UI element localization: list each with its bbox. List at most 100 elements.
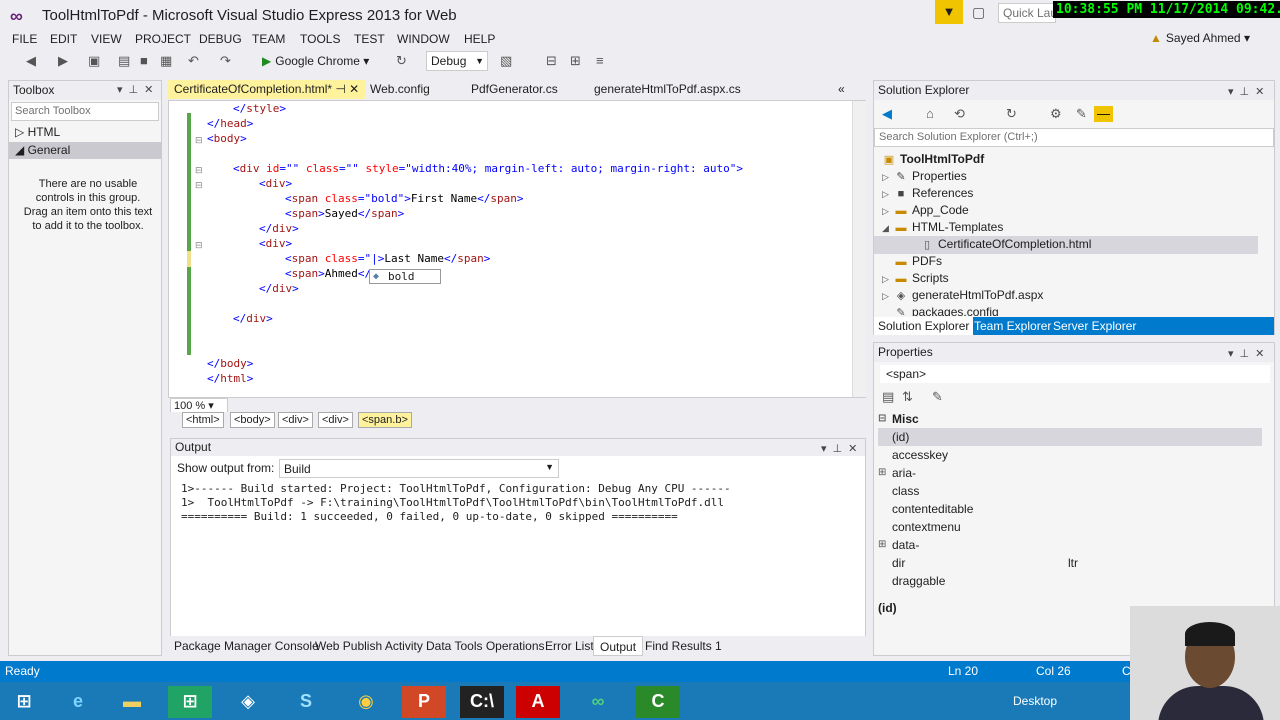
internet-explorer-icon[interactable]: e [56,686,100,718]
categorized-icon[interactable]: ▤ [882,389,894,405]
skype-icon[interactable]: S [284,686,328,718]
events-icon[interactable]: ✎ [932,389,943,405]
se-references[interactable]: ▷ ■ References [882,185,973,203]
home-icon[interactable]: ⌂ [926,106,934,122]
prop-category[interactable]: ⊟ Misc [878,410,1262,428]
prop-row[interactable]: contenteditable [878,500,1262,518]
toolbar-icon-a[interactable]: ▧ [500,53,512,69]
menu-test[interactable]: TEST [354,30,385,48]
start-icon[interactable]: ⊞ [2,686,46,718]
se-pdfs[interactable]: ▬ PDFs [894,253,943,271]
quick-launch-input[interactable]: Quick Laun [998,3,1056,23]
save-icon[interactable]: ■ [140,53,148,69]
feedback-icon[interactable]: ▢ [972,4,985,21]
menu-tools[interactable]: TOOLS [300,30,340,48]
prop-row[interactable]: contextmenu [878,518,1262,536]
fold-icon[interactable]: ⊟ [195,135,203,146]
prop-row[interactable]: (id) [878,428,1262,446]
visual-studio-icon[interactable]: ∞ [576,686,620,718]
menu-project[interactable]: PROJECT [135,30,191,48]
se-properties[interactable]: ▷ ✎ Properties [882,168,967,186]
notification-flag-icon[interactable]: ▼ [935,0,963,24]
file-explorer-icon[interactable]: ▬ [110,686,154,718]
tab-web-config[interactable]: Web.config [364,80,436,99]
menu-debug[interactable]: DEBUG [199,30,242,48]
tab-pdf-generator[interactable]: PdfGenerator.cs [465,80,564,99]
chrome-icon[interactable]: ◉ [344,686,388,718]
desktop-toolbar-label[interactable]: Desktop [1013,694,1057,708]
properties-icon[interactable]: ⚙ [1050,106,1062,122]
preview-icon[interactable]: — [1094,106,1113,122]
sync-icon[interactable]: ⟲ [954,106,965,122]
tab-web-publish[interactable]: Web Publish Activity [309,636,429,656]
crumb-body[interactable]: <body> [230,412,275,428]
prop-row[interactable]: draggable [878,572,1262,590]
fold-icon[interactable]: ⊟ [195,180,203,191]
solution-explorer-search-input[interactable]: Search Solution Explorer (Ctrl+;) [874,128,1274,147]
crumb-div[interactable]: <div> [278,412,313,428]
tab-find-results[interactable]: Find Results 1 [639,636,728,656]
refresh-icon[interactable]: ↻ [396,53,407,69]
panel-pin-close-icons[interactable]: ▾⊥✕ [1228,83,1270,102]
refresh-icon[interactable]: ↻ [1006,106,1017,122]
excel-icon[interactable]: ⊞ [168,686,212,718]
solution-configuration-select[interactable]: Debug ▼ [426,51,488,71]
tab-solution-explorer[interactable]: Solution Explorer [874,317,974,335]
prop-row[interactable]: dir ltr [878,554,1262,572]
user-account[interactable]: ▲ Sayed Ahmed ▾ [1150,31,1250,45]
properties-object-select[interactable]: <span> [880,365,1270,383]
comment-icon[interactable]: ≡ [596,53,604,69]
back-icon[interactable]: ◀ [882,106,892,122]
camtasia-icon[interactable]: C [636,686,680,718]
acrobat-icon[interactable]: A [516,686,560,718]
menu-window[interactable]: WINDOW [397,30,450,48]
forward-icon[interactable]: ▶ [58,53,68,69]
alphabetical-icon[interactable]: ⇅ [902,389,913,405]
menu-edit[interactable]: EDIT [50,30,77,48]
tab-generate-aspx-cs[interactable]: generateHtmlToPdf.aspx.cs [588,80,747,99]
crumb-span[interactable]: <span.b> [358,412,412,428]
tab-data-tools[interactable]: Data Tools Operations [420,636,551,656]
prop-row[interactable]: ⊞ aria- [878,464,1262,482]
se-scripts[interactable]: ▷ ▬ Scripts [882,270,949,288]
code-editor[interactable]: ⊟ ⊟ ⊟ ⊟ </style> </head> <body> <div id=… [168,100,866,398]
se-app-code[interactable]: ▷ ▬ App_Code [882,202,969,220]
tab-output[interactable]: Output [593,636,644,656]
tab-team-explorer[interactable]: Team Explorer [970,317,1055,335]
se-packages-config[interactable]: ✎ packages.config [894,304,998,316]
toolbox-group-general[interactable]: ◢ General [9,142,161,159]
prop-row[interactable]: ⊞ data- [878,536,1262,554]
tab-error-list[interactable]: Error List [539,636,600,656]
crumb-div[interactable]: <div> [318,412,353,428]
se-project[interactable]: ▣ ToolHtmlToPdf [882,151,984,169]
fold-icon[interactable]: ⊟ [195,240,203,251]
tab-overflow-icon[interactable]: « [832,80,851,99]
intellisense-popup[interactable]: ◆ bold [369,269,441,284]
tab-server-explorer[interactable]: Server Explorer [1049,317,1140,335]
prop-row[interactable]: class [878,482,1262,500]
panel-pin-close-icons[interactable]: ▾⊥✕ [117,83,159,96]
toolbox-search-input[interactable]: Search Toolbox [11,102,159,121]
powerpoint-icon[interactable]: P [402,686,446,718]
command-prompt-icon[interactable]: C:\ [460,686,504,718]
toolbar-icon-c[interactable]: ⊞ [570,53,581,69]
save-all-icon[interactable]: ▦ [160,53,172,69]
start-debugging-button[interactable]: ▶ Google Chrome ▾ [262,52,369,70]
menu-help[interactable]: HELP [464,30,495,48]
se-html-templates[interactable]: ◢ ▬ HTML-Templates [882,219,1003,237]
back-icon[interactable]: ◀ [26,53,36,69]
wrench-icon[interactable]: ✎ [1076,106,1087,122]
undo-icon[interactable]: ↶ [188,53,199,69]
crumb-html[interactable]: <html> [182,412,224,428]
panel-pin-close-icons[interactable]: ▾⊥✕ [821,441,863,458]
toolbar-icon-b[interactable]: ⊟ [546,53,557,69]
fold-icon[interactable]: ⊟ [195,165,203,176]
virtualbox-icon[interactable]: ◈ [226,686,270,718]
menu-team[interactable]: TEAM [252,30,285,48]
prop-row[interactable]: accesskey [878,446,1262,464]
menu-view[interactable]: VIEW [91,30,122,48]
menu-file[interactable]: FILE [12,30,37,48]
editor-scrollbar[interactable] [852,101,866,397]
redo-icon[interactable]: ↷ [220,53,231,69]
tab-package-manager[interactable]: Package Manager Console [168,636,325,656]
